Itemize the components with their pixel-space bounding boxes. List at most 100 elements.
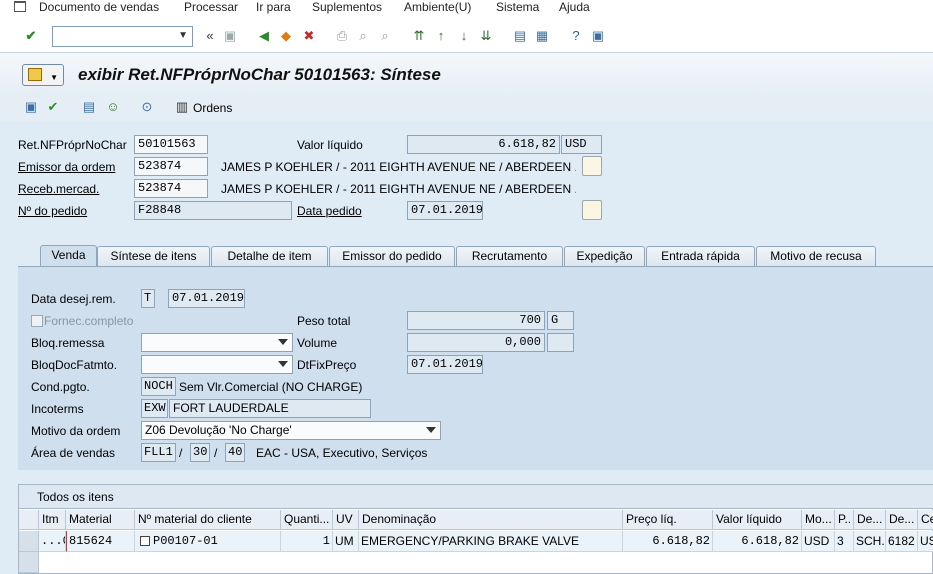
cancel-icon[interactable]: ✖: [300, 27, 318, 45]
table-cell[interactable]: SCH...: [854, 531, 886, 552]
display-icon[interactable]: ⊙: [138, 98, 156, 116]
table-cell[interactable]: P00107-01: [135, 531, 281, 552]
tab-sintese-itens[interactable]: Síntese de itens: [97, 246, 210, 266]
orders-icon[interactable]: ▥: [173, 98, 191, 116]
chevron-down-icon[interactable]: ▼: [178, 30, 188, 41]
cond-pgto-field[interactable]: NOCH: [141, 377, 176, 396]
menu-ambiente[interactable]: Ambiente(U): [404, 0, 471, 14]
table-cell[interactable]: 6182: [886, 531, 918, 552]
table-cell[interactable]: 6.618,82: [623, 531, 713, 552]
header-icon[interactable]: ▤: [80, 98, 98, 116]
confirm-icon[interactable]: ✔: [22, 27, 40, 45]
sales-org-field[interactable]: FLL1: [141, 443, 176, 462]
find-next-icon[interactable]: ⌕: [376, 27, 394, 45]
column-header[interactable]: Valor líquido: [713, 510, 802, 530]
next-page-icon[interactable]: ↓: [455, 27, 473, 45]
volume-field[interactable]: 0,000: [407, 333, 545, 352]
new-session-icon[interactable]: ▤: [511, 27, 529, 45]
dtfix-field[interactable]: 07.01.2019: [407, 355, 483, 374]
tab-emissor-pedido[interactable]: Emissor do pedido: [329, 246, 455, 266]
tab-detalhe-item[interactable]: Detalhe de item: [211, 246, 328, 266]
emissor-field[interactable]: 523874: [134, 157, 208, 176]
back-icon[interactable]: ◀: [255, 27, 273, 45]
emissor-label[interactable]: Emissor da ordem: [18, 160, 115, 174]
volume-unit-field[interactable]: [547, 333, 574, 352]
table-cell[interactable]: UM: [333, 531, 359, 552]
find-icon[interactable]: ⌕: [354, 27, 372, 45]
command-field[interactable]: ▼: [52, 26, 193, 47]
tab-entrada-rapida[interactable]: Entrada rápida: [646, 246, 755, 266]
table-cell[interactable]: USD: [802, 531, 835, 552]
column-header[interactable]: UV: [333, 510, 359, 530]
row-selector-header[interactable]: [19, 510, 39, 530]
pedido-field[interactable]: F28848: [134, 201, 292, 220]
incoterms-place-field[interactable]: FORT LAUDERDALE: [169, 399, 371, 418]
column-header[interactable]: Quanti...: [281, 510, 333, 530]
table-cell[interactable]: 6.618,82: [713, 531, 802, 552]
tab-motivo-recusa[interactable]: Motivo de recusa: [756, 246, 876, 266]
row-selector[interactable]: [19, 552, 39, 573]
help-icon[interactable]: ?: [567, 27, 585, 45]
bloq-doc-select[interactable]: [141, 355, 293, 374]
motivo-ordem-select[interactable]: Z06 Devolução 'No Charge': [141, 421, 441, 440]
layout-menu-icon[interactable]: ▣: [589, 27, 607, 45]
table-cell[interactable]: 1: [281, 531, 333, 552]
print-icon[interactable]: ⎙: [333, 27, 351, 45]
division-field[interactable]: 40: [225, 443, 245, 462]
column-header[interactable]: Ce: [918, 510, 933, 530]
data-pedido-label[interactable]: Data pedido: [297, 204, 362, 218]
receb-field[interactable]: 523874: [134, 179, 208, 198]
collapse-icon[interactable]: «: [201, 27, 219, 45]
shortcut-icon[interactable]: ▦: [533, 27, 551, 45]
menu-ajuda[interactable]: Ajuda: [559, 0, 590, 14]
chevron-down-icon[interactable]: [278, 339, 288, 345]
object-services-icon[interactable]: ▼: [22, 64, 64, 86]
column-header[interactable]: De...: [854, 510, 886, 530]
incoterms-field[interactable]: EXW: [141, 399, 168, 418]
table-cell[interactable]: 3: [835, 531, 854, 552]
check-icon[interactable]: ✔: [44, 98, 62, 116]
menu-processar[interactable]: Processar: [184, 0, 238, 14]
ret-number-field[interactable]: 50101563: [134, 135, 208, 154]
row-selector[interactable]: [19, 531, 39, 552]
data-pedido-field[interactable]: 07.01.2019: [407, 201, 483, 220]
column-header[interactable]: Mo...: [802, 510, 835, 530]
orders-button[interactable]: Ordens: [193, 101, 232, 115]
save-icon[interactable]: ▣: [221, 27, 239, 45]
column-header[interactable]: Nº material do cliente: [135, 510, 281, 530]
previous-page-icon[interactable]: ↑: [432, 27, 450, 45]
table-cell[interactable]: US: [918, 531, 933, 552]
table-cell[interactable]: 815624: [66, 531, 135, 552]
column-header[interactable]: P..: [835, 510, 854, 530]
data-desej-field[interactable]: 07.01.2019: [168, 289, 245, 308]
chevron-down-icon[interactable]: [426, 427, 436, 433]
create-document-icon[interactable]: ▣: [22, 98, 40, 116]
chevron-down-icon[interactable]: [278, 361, 288, 367]
bloq-remessa-select[interactable]: [141, 333, 293, 352]
peso-field[interactable]: 700: [407, 311, 545, 330]
valor-liquido-field[interactable]: 6.618,82: [407, 135, 560, 154]
receb-label[interactable]: Receb.mercad.: [18, 182, 99, 196]
menu-sistema[interactable]: Sistema: [496, 0, 539, 14]
date-type-field[interactable]: T: [141, 289, 155, 308]
first-page-icon[interactable]: ⇈: [410, 27, 428, 45]
document-icon[interactable]: [582, 156, 602, 176]
partner-icon[interactable]: ☺: [104, 98, 122, 116]
fornec-completo-checkbox[interactable]: [31, 315, 43, 327]
distribution-channel-field[interactable]: 30: [190, 443, 210, 462]
peso-unit-field[interactable]: G: [547, 311, 574, 330]
last-page-icon[interactable]: ⇊: [477, 27, 495, 45]
menu-suplementos[interactable]: Suplementos: [312, 0, 382, 14]
orders-detail-icon[interactable]: [582, 200, 602, 220]
pedido-label[interactable]: Nº do pedido: [18, 204, 87, 218]
column-header[interactable]: Material: [66, 510, 135, 530]
column-header[interactable]: Itm: [39, 510, 66, 530]
column-header[interactable]: Preço líq.: [623, 510, 713, 530]
tab-expedicao[interactable]: Expedição: [564, 246, 645, 266]
tab-recrutamento[interactable]: Recrutamento: [456, 246, 563, 266]
table-cell[interactable]: ...00: [39, 531, 66, 552]
window-menu-icon[interactable]: [14, 1, 26, 12]
table-cell[interactable]: EMERGENCY/PARKING BRAKE VALVE: [359, 531, 623, 552]
exit-icon[interactable]: ◆: [277, 27, 295, 45]
column-header[interactable]: Denominação: [359, 510, 623, 530]
